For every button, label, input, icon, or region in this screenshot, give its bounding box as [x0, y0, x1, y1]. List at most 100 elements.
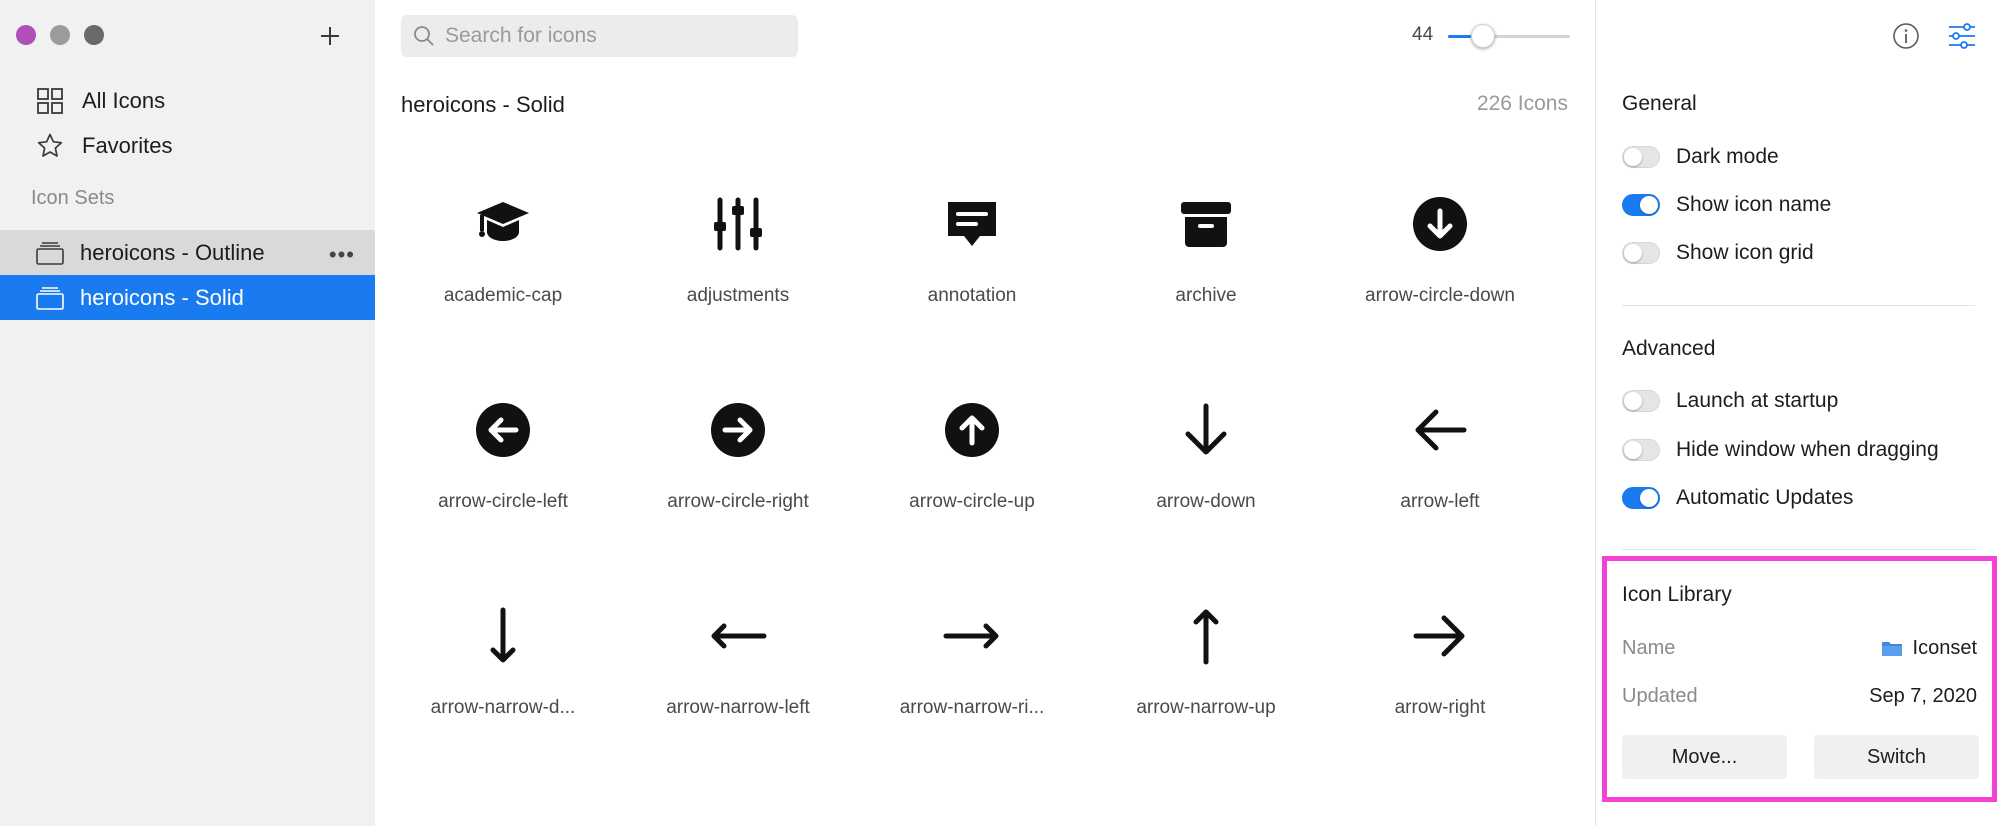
library-updated-row: Updated Sep 7, 2020 — [1622, 681, 1977, 711]
zoom-window-button[interactable] — [84, 25, 104, 45]
info-button[interactable] — [1890, 20, 1922, 52]
sidebar-item-all-icons[interactable]: All Icons — [36, 83, 165, 119]
icon-browser: 44 heroicons - Solid 226 Icons academic-… — [375, 0, 1595, 826]
icon-size-slider[interactable] — [1448, 24, 1570, 48]
toggle-automatic-updates[interactable]: Automatic Updates — [1622, 484, 1853, 512]
dark-mode-switch[interactable] — [1622, 146, 1660, 168]
sidebar-item-heroicons-outline[interactable]: heroicons - Outline ••• — [0, 230, 375, 275]
folder-icon — [1881, 642, 1902, 656]
arrow-right-icon — [1410, 606, 1470, 666]
more-options-icon[interactable]: ••• — [329, 242, 355, 268]
switch-library-button[interactable]: Switch — [1814, 735, 1979, 779]
window-controls — [16, 25, 104, 45]
arrow-circle-up-icon — [942, 400, 1002, 460]
icon-tile[interactable]: archive — [1106, 180, 1306, 380]
icon-name: arrow-narrow-up — [1136, 697, 1276, 718]
search-bar — [401, 15, 798, 57]
sidebar-item-label: Favorites — [82, 133, 173, 158]
icon-name: arrow-circle-right — [667, 491, 809, 512]
arrow-circle-left-icon — [473, 400, 533, 460]
plus-icon — [321, 27, 339, 45]
slider-thumb[interactable] — [1471, 24, 1496, 48]
sidebar-item-favorites[interactable]: Favorites — [36, 128, 172, 164]
toggle-label: Dark mode — [1676, 145, 1779, 168]
move-library-button[interactable]: Move... — [1622, 735, 1787, 779]
show-icon-grid-switch[interactable] — [1622, 242, 1660, 264]
general-heading: General — [1622, 92, 1697, 115]
search-icon — [414, 26, 434, 46]
toggle-show-icon-grid[interactable]: Show icon grid — [1622, 239, 1814, 267]
archive-icon — [1176, 194, 1236, 254]
sidebar-item-label: All Icons — [82, 88, 166, 113]
grid-icon — [37, 88, 63, 114]
icon-tile[interactable]: arrow-right — [1340, 592, 1540, 792]
info-icon — [1893, 23, 1919, 49]
arrow-down-icon — [1176, 400, 1236, 460]
arrow-narrow-up-icon — [1176, 606, 1236, 666]
annotation-icon — [942, 194, 1002, 254]
toggle-launch-at-startup[interactable]: Launch at startup — [1622, 387, 1838, 415]
academic-cap-icon — [473, 194, 533, 254]
icon-tile[interactable]: arrow-circle-left — [403, 386, 603, 586]
toggle-hide-window-when-dragging[interactable]: Hide window when dragging — [1622, 436, 1939, 464]
icon-name: arrow-circle-left — [438, 491, 568, 512]
settings-panel: General Dark mode Show icon name Show ic… — [1595, 0, 2000, 826]
automatic-updates-switch[interactable] — [1622, 487, 1660, 509]
sidebar: All Icons Favorites Icon Sets heroicons … — [0, 0, 375, 826]
icon-tile[interactable]: annotation — [872, 180, 1072, 380]
sidebar-item-label: heroicons - Outline — [80, 239, 265, 265]
icon-library-heading: Icon Library — [1622, 583, 1732, 606]
library-name-row: Name Iconset — [1622, 633, 1977, 663]
hide-window-switch[interactable] — [1622, 439, 1660, 461]
arrow-narrow-down-icon — [473, 606, 533, 666]
icon-tile[interactable]: arrow-narrow-d... — [403, 592, 603, 792]
library-updated-value: Sep 7, 2020 — [1869, 684, 1977, 707]
icon-tile[interactable]: adjustments — [638, 180, 838, 380]
arrow-left-icon — [1410, 400, 1470, 460]
sidebar-item-heroicons-solid[interactable]: heroicons - Solid — [0, 275, 375, 320]
toggle-dark-mode[interactable]: Dark mode — [1622, 143, 1779, 171]
slider-fill — [1448, 35, 1472, 38]
arrow-narrow-right-icon — [942, 606, 1002, 666]
icon-name: arrow-circle-up — [909, 491, 1035, 512]
add-icon-set-button[interactable] — [314, 20, 346, 52]
launch-at-startup-switch[interactable] — [1622, 390, 1660, 412]
divider — [1622, 305, 1975, 306]
settings-toggle-button[interactable] — [1946, 20, 1978, 52]
icon-name: arrow-narrow-d... — [430, 697, 576, 718]
icon-tile[interactable]: arrow-down — [1106, 386, 1306, 586]
library-name-key: Name — [1622, 636, 1676, 659]
icon-tile[interactable]: arrow-circle-right — [638, 386, 838, 586]
icon-tile[interactable]: arrow-left — [1340, 386, 1540, 586]
close-window-button[interactable] — [16, 25, 36, 45]
page-title: heroicons - Solid — [401, 92, 565, 117]
library-updated-key: Updated — [1622, 684, 1698, 707]
icon-tile[interactable]: arrow-circle-up — [872, 386, 1072, 586]
show-icon-name-switch[interactable] — [1622, 194, 1660, 216]
icon-name: archive — [1175, 285, 1237, 306]
sliders-icon — [1949, 23, 1975, 49]
minimize-window-button[interactable] — [50, 25, 70, 45]
toggle-show-icon-name[interactable]: Show icon name — [1622, 191, 1831, 219]
icon-name: arrow-down — [1156, 491, 1256, 512]
icon-size-value: 44 — [1412, 24, 1434, 45]
icon-name: arrow-right — [1394, 697, 1486, 718]
library-name-value: Iconset — [1912, 636, 1977, 659]
icon-tile[interactable]: arrow-narrow-ri... — [872, 592, 1072, 792]
icon-name: arrow-circle-down — [1365, 285, 1515, 306]
sidebar-item-label: heroicons - Solid — [80, 284, 244, 310]
icon-tile[interactable]: arrow-circle-down — [1340, 180, 1540, 380]
toggle-label: Hide window when dragging — [1676, 438, 1939, 461]
icon-name: academic-cap — [443, 285, 563, 306]
search-input[interactable] — [445, 24, 785, 48]
icon-name: arrow-narrow-left — [666, 697, 810, 718]
icon-tile[interactable]: arrow-narrow-up — [1106, 592, 1306, 792]
icon-name: arrow-left — [1400, 491, 1480, 512]
icon-tile[interactable]: academic-cap — [403, 180, 603, 380]
icon-name: adjustments — [686, 285, 790, 306]
arrow-narrow-left-icon — [708, 606, 768, 666]
icon-tile[interactable]: arrow-narrow-left — [638, 592, 838, 792]
arrow-circle-down-icon — [1410, 194, 1470, 254]
icon-name: annotation — [927, 285, 1017, 306]
icon-library-section: Icon Library Name Iconset Updated Sep 7,… — [1602, 556, 1997, 802]
